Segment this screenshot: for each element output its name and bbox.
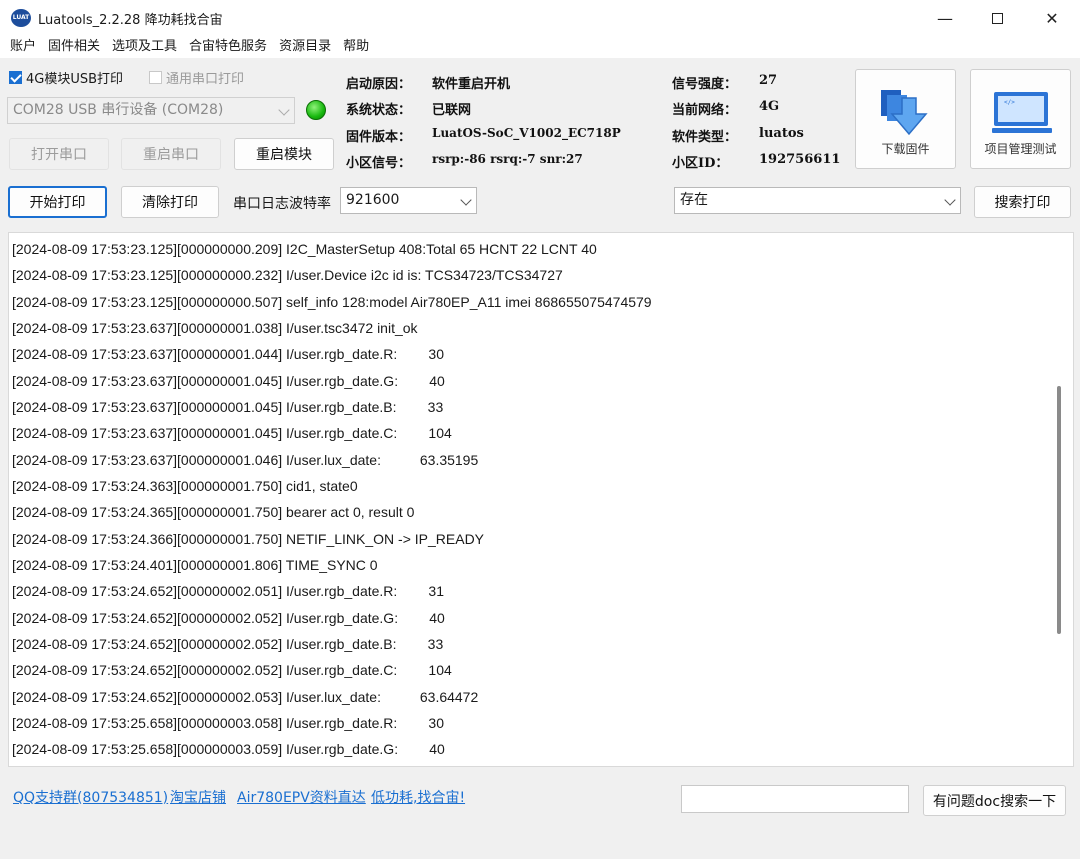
baud-rate-select[interactable]: 921600 [340, 187, 477, 214]
menu-help[interactable]: 帮助 [339, 36, 373, 58]
project-test-label: 项目管理测试 [984, 142, 1057, 156]
cell-signal-value: rsrp:-86 rsrq:-7 snr:27 [432, 152, 583, 166]
chevron-down-icon [944, 194, 956, 206]
usb4g-print-label: 4G模块USB打印 [26, 72, 124, 87]
signal-strength-label: 信号强度： [672, 77, 738, 92]
download-firmware-icon [881, 90, 928, 136]
fw-version-value: LuatOS-SoC_V1002_EC718P [432, 126, 621, 140]
filter-select[interactable]: 存在 [674, 187, 961, 214]
network-value: 4G [759, 99, 780, 114]
log-line: [2024-08-09 17:53:23.125][000000000.507]… [12, 294, 652, 310]
checkbox-checked-icon [9, 71, 22, 84]
log-line: [2024-08-09 17:53:24.652][000000002.052]… [12, 610, 445, 626]
app-window: LUAT Luatools_2.2.28 降功耗找合宙 — ✕ 账户 固件相关 … [0, 0, 1080, 859]
network-label: 当前网络： [672, 103, 738, 118]
download-firmware-label: 下载固件 [881, 142, 930, 156]
log-line: [2024-08-09 17:53:24.652][000000002.051]… [12, 583, 444, 599]
qq-group-link[interactable]: QQ支持群(807534851) [13, 787, 168, 807]
log-line: [2024-08-09 17:53:23.125][000000000.209]… [12, 241, 597, 257]
chevron-down-icon [460, 194, 472, 206]
log-line: [2024-08-09 17:53:25.658][000000003.058]… [12, 715, 444, 731]
log-line: [2024-08-09 17:53:23.637][000000001.045]… [12, 373, 445, 389]
maximize-icon[interactable] [971, 0, 1023, 36]
monitor-icon: </> [992, 92, 1052, 133]
log-line: [2024-08-09 17:53:24.401][000000001.806]… [12, 557, 378, 573]
sys-state-value: 已联网 [432, 103, 472, 118]
filter-value: 存在 [680, 192, 708, 208]
port-status-led [306, 100, 326, 120]
start-print-button[interactable]: 开始打印 [8, 186, 107, 218]
log-line: [2024-08-09 17:53:23.637][000000001.045]… [12, 399, 444, 415]
chevron-down-icon [278, 104, 290, 116]
menu-bar: 账户 固件相关 选项及工具 合宙特色服务 资源目录 帮助 [0, 36, 1080, 58]
open-port-button[interactable]: 打开串口 [9, 138, 109, 170]
baud-rate-label: 串口日志波特率 [233, 196, 331, 212]
usb4g-print-checkbox[interactable]: 4G模块USB打印 [9, 68, 123, 87]
port-select[interactable]: COM28 USB 串行设备 (COM28) [7, 97, 295, 124]
menu-special-services[interactable]: 合宙特色服务 [185, 36, 271, 58]
log-line: [2024-08-09 17:53:24.363][000000001.750]… [12, 478, 358, 494]
cell-id-value: 192756611 [759, 152, 841, 167]
air780epv-docs-link[interactable]: Air780EPV资料直达 [237, 787, 366, 807]
status-bar [0, 832, 1080, 859]
menu-options-tools[interactable]: 选项及工具 [108, 36, 181, 58]
log-output-panel[interactable]: [2024-08-09 17:53:23.125][000000000.209]… [8, 232, 1074, 767]
restart-module-button[interactable]: 重启模块 [234, 138, 334, 170]
log-line: [2024-08-09 17:53:23.637][000000001.045]… [12, 425, 452, 441]
log-line: [2024-08-09 17:53:23.637][000000001.044]… [12, 346, 444, 362]
cell-id-label: 小区ID： [672, 156, 729, 171]
project-test-button[interactable]: </> 项目管理测试 [970, 69, 1071, 169]
window-title: Luatools_2.2.28 降功耗找合宙 [38, 13, 223, 28]
log-line: [2024-08-09 17:53:25.658][000000003.059]… [12, 741, 445, 757]
download-firmware-button[interactable]: 下载固件 [855, 69, 956, 169]
minimize-icon[interactable]: — [919, 0, 971, 36]
sys-state-label: 系统状态： [346, 103, 412, 118]
clear-print-button[interactable]: 清除打印 [121, 186, 219, 218]
close-icon[interactable]: ✕ [1026, 0, 1078, 36]
doc-search-input[interactable] [681, 785, 909, 813]
low-power-link[interactable]: 低功耗,找合宙! [371, 787, 465, 807]
fw-version-label: 固件版本： [346, 130, 412, 145]
serial-print-label: 通用串口打印 [166, 72, 245, 87]
port-select-value: COM28 USB 串行设备 (COM28) [13, 102, 224, 118]
log-line: [2024-08-09 17:53:24.652][000000002.052]… [12, 662, 452, 678]
log-line: [2024-08-09 17:53:24.366][000000001.750]… [12, 531, 485, 547]
log-line: [2024-08-09 17:53:23.125][000000000.232]… [12, 267, 563, 283]
doc-search-button[interactable]: 有问题doc搜索一下 [923, 785, 1066, 816]
signal-strength-value: 27 [759, 73, 778, 88]
cell-signal-label: 小区信号： [346, 156, 412, 171]
sw-type-label: 软件类型： [672, 130, 738, 145]
checkbox-unchecked-icon [149, 71, 162, 84]
search-print-button[interactable]: 搜索打印 [974, 186, 1071, 218]
start-reason-value: 软件重启开机 [432, 77, 511, 92]
baud-rate-value: 921600 [346, 192, 400, 208]
app-logo-icon: LUAT [11, 9, 31, 27]
log-line: [2024-08-09 17:53:24.652][000000002.053]… [12, 689, 479, 705]
log-line: [2024-08-09 17:53:24.365][000000001.750]… [12, 504, 415, 520]
log-line: [2024-08-09 17:53:23.637][000000001.038]… [12, 320, 418, 336]
title-bar: LUAT Luatools_2.2.28 降功耗找合宙 — ✕ [0, 0, 1080, 36]
log-line: [2024-08-09 17:53:24.652][000000002.052]… [12, 636, 444, 652]
log-scrollbar[interactable] [1057, 386, 1061, 634]
start-reason-label: 启动原因： [346, 77, 412, 92]
svg-text:</>: </> [1004, 99, 1015, 106]
menu-account[interactable]: 账户 [0, 36, 40, 58]
menu-firmware[interactable]: 固件相关 [44, 36, 104, 58]
serial-print-checkbox[interactable]: 通用串口打印 [149, 68, 244, 87]
restart-port-button[interactable]: 重启串口 [121, 138, 221, 170]
sw-type-value: luatos [759, 126, 804, 141]
log-line: [2024-08-09 17:53:23.637][000000001.046]… [12, 452, 479, 468]
taobao-store-link[interactable]: 淘宝店铺 [170, 787, 226, 807]
menu-resources[interactable]: 资源目录 [275, 36, 335, 58]
